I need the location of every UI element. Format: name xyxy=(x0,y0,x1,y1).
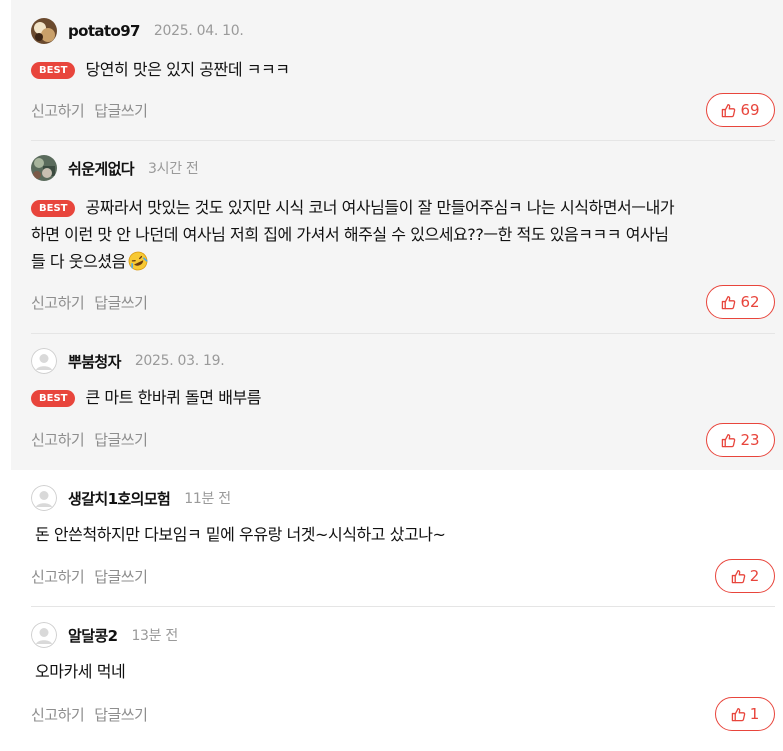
divider xyxy=(31,333,775,334)
comment-header: 알달콩2 13분 전 xyxy=(31,620,178,650)
comment-item: 뿌붐청자 2025. 03. 19. BEST 큰 마트 한바퀴 돌면 배부름 신… xyxy=(31,346,775,462)
like-button[interactable]: 1 xyxy=(715,697,775,731)
best-badge: BEST xyxy=(31,390,76,407)
like-count: 23 xyxy=(740,431,760,449)
like-count: 69 xyxy=(740,101,760,119)
avatar[interactable] xyxy=(31,348,57,374)
comment-text-line: 공짜라서 맛있는 것도 있지만 시식 코너 여사님들이 잘 만들어주심ㅋ 나는 … xyxy=(85,198,675,217)
comment-text: 큰 마트 한바퀴 돌면 배부름 xyxy=(85,388,261,407)
like-count: 2 xyxy=(749,567,760,585)
comment-date: 13분 전 xyxy=(131,628,178,644)
comment-text-line: 하면 이런 맛 안 나던데 여사님 저희 집에 가셔서 해주실 수 있으세요??… xyxy=(31,225,669,244)
report-button[interactable]: 신고하기 xyxy=(31,100,85,121)
comment-header: 뿌붐청자 2025. 03. 19. xyxy=(31,346,225,376)
like-count: 1 xyxy=(749,705,760,723)
rolling-on-floor-laughing-emoji xyxy=(128,251,148,279)
like-count: 62 xyxy=(740,293,760,311)
comment-body: BEST 큰 마트 한바퀴 돌면 배부름 xyxy=(31,384,261,411)
comment-header: 생갈치1호의모험 11분 전 xyxy=(31,483,231,513)
comment-text: 돈 안쓴척하지만 다보임ㅋ 밑에 우유랑 너겟~시식하고 샀고나~ xyxy=(35,525,446,544)
thumbs-up-icon xyxy=(731,707,746,721)
reply-button[interactable]: 답글쓰기 xyxy=(94,292,148,313)
avatar[interactable] xyxy=(31,485,57,511)
comment-header: potato97 2025. 04. 10. xyxy=(31,16,244,46)
like-button[interactable]: 23 xyxy=(706,423,775,457)
comment-actions: 신고하기 답글쓰기 xyxy=(31,566,157,587)
reply-button[interactable]: 답글쓰기 xyxy=(94,566,148,587)
comment-body: BEST 공짜라서 맛있는 것도 있지만 시식 코너 여사님들이 잘 만들어주심ㅋ… xyxy=(31,194,775,279)
like-button[interactable]: 69 xyxy=(706,93,775,127)
comment-nickname[interactable]: 생갈치1호의모험 xyxy=(68,488,171,509)
reply-button[interactable]: 답글쓰기 xyxy=(94,429,148,450)
comment-nickname[interactable]: 쉬운게없다 xyxy=(68,158,135,179)
divider xyxy=(31,140,775,141)
comment-body: 돈 안쓴척하지만 다보임ㅋ 밑에 우유랑 너겟~시식하고 샀고나~ xyxy=(35,521,446,548)
thumbs-up-icon xyxy=(731,569,746,583)
thumbs-up-icon xyxy=(722,103,736,117)
comment-text-line: 들 다 웃으셨음 xyxy=(31,252,126,271)
comment-item: 알달콩2 13분 전 오마카세 먹네 신고하기 답글쓰기 1 xyxy=(31,620,775,740)
comment-text: 오마카세 먹네 xyxy=(35,662,126,681)
thumbs-up-icon xyxy=(722,295,736,309)
like-button[interactable]: 62 xyxy=(706,285,775,319)
reply-button[interactable]: 답글쓰기 xyxy=(94,100,148,121)
comment-actions: 신고하기 답글쓰기 xyxy=(31,100,157,121)
comment-item: potato97 2025. 04. 10. BEST 당연히 맛은 있지 공짠데… xyxy=(31,16,775,134)
comment-text: 당연히 맛은 있지 공짠데 ㅋㅋㅋ xyxy=(85,60,290,79)
like-button[interactable]: 2 xyxy=(715,559,775,593)
comment-item: 생갈치1호의모험 11분 전 돈 안쓴척하지만 다보임ㅋ 밑에 우유랑 너겟~시… xyxy=(31,483,775,599)
reply-button[interactable]: 답글쓰기 xyxy=(94,704,148,725)
thumbs-up-icon xyxy=(722,433,736,447)
comment-date: 2025. 03. 19. xyxy=(134,353,225,369)
comment-nickname[interactable]: 알달콩2 xyxy=(68,625,118,646)
comment-item: 쉬운게없다 3시간 전 BEST 공짜라서 맛있는 것도 있지만 시식 코너 여사… xyxy=(31,153,775,325)
report-button[interactable]: 신고하기 xyxy=(31,704,85,725)
comment-actions: 신고하기 답글쓰기 xyxy=(31,704,157,725)
comment-nickname[interactable]: potato97 xyxy=(68,22,140,40)
best-badge: BEST xyxy=(31,62,76,79)
comment-date: 3시간 전 xyxy=(148,161,199,177)
report-button[interactable]: 신고하기 xyxy=(31,429,85,450)
avatar[interactable] xyxy=(31,155,57,181)
comment-actions: 신고하기 답글쓰기 xyxy=(31,292,157,313)
comment-body: 오마카세 먹네 xyxy=(35,658,126,685)
best-badge: BEST xyxy=(31,200,76,217)
report-button[interactable]: 신고하기 xyxy=(31,566,85,587)
avatar[interactable] xyxy=(31,18,57,44)
comment-body: BEST 당연히 맛은 있지 공짠데 ㅋㅋㅋ xyxy=(31,56,290,83)
comment-header: 쉬운게없다 3시간 전 xyxy=(31,153,199,183)
comment-actions: 신고하기 답글쓰기 xyxy=(31,429,157,450)
report-button[interactable]: 신고하기 xyxy=(31,292,85,313)
divider xyxy=(31,606,775,607)
comment-nickname[interactable]: 뿌붐청자 xyxy=(68,351,121,372)
avatar[interactable] xyxy=(31,622,57,648)
comment-date: 2025. 04. 10. xyxy=(153,23,244,39)
comment-date: 11분 전 xyxy=(184,491,231,507)
